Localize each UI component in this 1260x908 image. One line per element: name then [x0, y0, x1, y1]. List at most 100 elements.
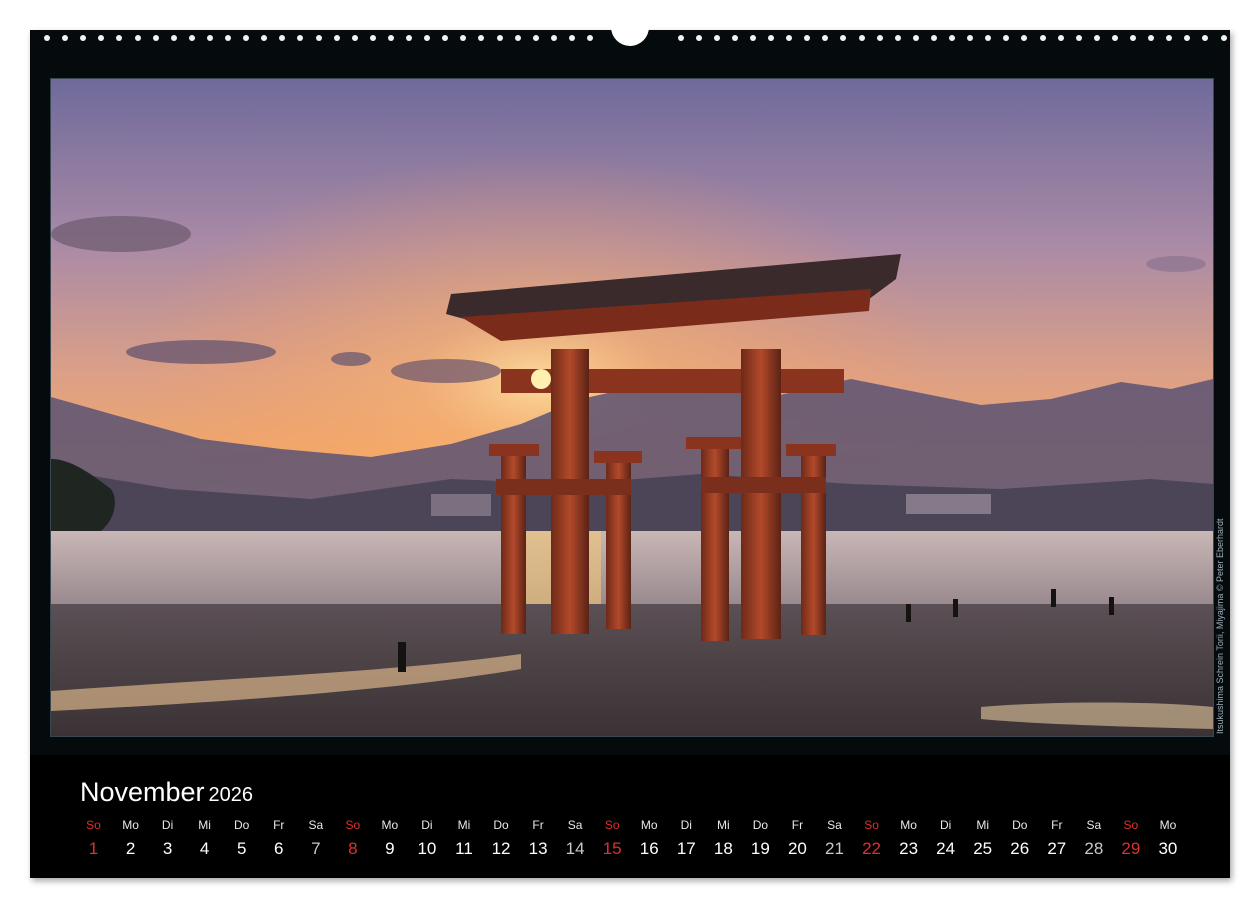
binding-hole — [949, 35, 955, 41]
day-number: 5 — [236, 839, 247, 858]
weekday-label: Di — [421, 818, 433, 832]
binding-hole — [695, 35, 702, 41]
binding-hole — [261, 35, 268, 41]
binding-hole — [1039, 35, 1046, 41]
weekday-label: Fr — [791, 818, 804, 832]
binding-hole — [333, 35, 340, 41]
weekday-label: Mi — [976, 818, 990, 832]
weekday-label: Fr — [532, 818, 544, 832]
weekday-label: Mi — [198, 818, 211, 832]
binding-hole — [985, 35, 992, 41]
binding-hole — [1202, 35, 1209, 41]
day-number: 28 — [1084, 839, 1104, 858]
weekday-label: Do — [752, 818, 769, 832]
binding-hole — [496, 35, 503, 41]
day-number: 20 — [787, 839, 807, 858]
binding-hole — [62, 35, 69, 41]
binding-hole — [387, 35, 394, 41]
weekday-label: Do — [493, 818, 509, 832]
weekday-label: Sa — [308, 818, 324, 832]
day-number: 14 — [565, 839, 585, 858]
binding-hole — [677, 35, 684, 41]
binding-hole — [297, 35, 304, 41]
weekday-label: Do — [1012, 818, 1028, 832]
month-strip: November 2026 So 1 Mo 2 Di 3 Mi 4 Do 5 Fr 6 Sa 7 So 8 Mo 9… — [30, 755, 1230, 878]
day-number: 25 — [973, 839, 993, 858]
day-number: 12 — [491, 839, 511, 858]
binding-hole — [1003, 35, 1010, 41]
day-number: 23 — [899, 839, 919, 858]
binding-hole — [1111, 35, 1118, 41]
binding-hole — [804, 35, 811, 41]
binding-hole — [279, 35, 286, 41]
weekday-label: Di — [680, 818, 692, 832]
binding-hole — [460, 35, 467, 41]
binding-hole — [840, 35, 847, 41]
binding-hole — [930, 35, 937, 41]
binding-hole — [967, 35, 974, 41]
day-number: 6 — [274, 839, 284, 858]
day-number: 17 — [676, 839, 696, 858]
binding-hole — [822, 35, 829, 41]
weekday-label: So — [864, 818, 879, 832]
day-number: 10 — [417, 839, 437, 858]
year: 2026 — [208, 784, 254, 806]
weekday-label: Fr — [1051, 818, 1063, 832]
binding-hole — [568, 35, 575, 41]
weekday-label: Sa — [567, 818, 583, 832]
weekday-label: Sa — [1086, 818, 1102, 832]
binding-hole — [749, 35, 756, 41]
weekday-label: Mi — [457, 818, 471, 832]
day-number: 8 — [348, 839, 358, 858]
torii-gate-photo — [50, 78, 1214, 737]
day-number: 24 — [936, 839, 956, 858]
weekday-label: Sa — [827, 818, 842, 832]
day-number: 4 — [199, 839, 210, 858]
weekday-label: Mo — [640, 818, 658, 832]
day-number: 22 — [862, 839, 881, 858]
binding-hole — [514, 35, 521, 41]
binding-hole — [134, 35, 141, 41]
month-name: November — [80, 777, 205, 807]
month-heading: November 2026 — [80, 777, 253, 808]
weekday-label: So — [1123, 818, 1139, 832]
binding-hole — [858, 35, 865, 41]
binding-hole — [768, 35, 774, 41]
weekday-label: So — [345, 818, 361, 832]
day-number: 2 — [125, 839, 136, 858]
day-number: 16 — [639, 839, 659, 858]
binding-hole — [351, 35, 358, 41]
day-number: 3 — [162, 839, 173, 858]
binding-hole — [713, 35, 720, 41]
binding-hole — [80, 35, 87, 41]
weekday-label: Mi — [717, 818, 730, 832]
day-number: 13 — [528, 839, 548, 858]
day-number: 19 — [750, 839, 770, 858]
weekday-label: Mo — [900, 818, 917, 832]
binding-hole — [315, 35, 322, 41]
day-number: 27 — [1047, 839, 1067, 858]
binding-hole — [152, 35, 159, 41]
binding-hole — [1021, 35, 1028, 41]
binding-hole — [98, 35, 105, 41]
weekday-label: Di — [939, 818, 952, 832]
wall-calendar-page: Itsukushima Schrein Torii, Miyajima © Pe… — [30, 22, 1230, 878]
binding-hole — [1130, 35, 1136, 41]
weekday-label: Mo — [122, 818, 139, 832]
photo-credit: Itsukushima Schrein Torii, Miyajima © Pe… — [1213, 78, 1227, 735]
binding-hole — [876, 35, 883, 41]
weekday-label: Di — [161, 818, 174, 832]
photo-credit-text: Itsukushima Schrein Torii, Miyajima © Pe… — [1215, 518, 1225, 734]
binding-hole — [243, 35, 250, 41]
binding-hole — [912, 35, 919, 41]
day-number: 26 — [1010, 839, 1030, 858]
weekday-label: Fr — [273, 818, 285, 832]
binding-hole — [170, 35, 177, 41]
binding-hole — [1166, 35, 1173, 41]
binding-hole — [894, 35, 901, 41]
weekday-label: So — [604, 818, 620, 832]
day-number: 7 — [311, 839, 321, 858]
binding-hole — [1093, 35, 1100, 41]
day-number: 1 — [88, 839, 99, 858]
day-number: 9 — [385, 839, 395, 858]
